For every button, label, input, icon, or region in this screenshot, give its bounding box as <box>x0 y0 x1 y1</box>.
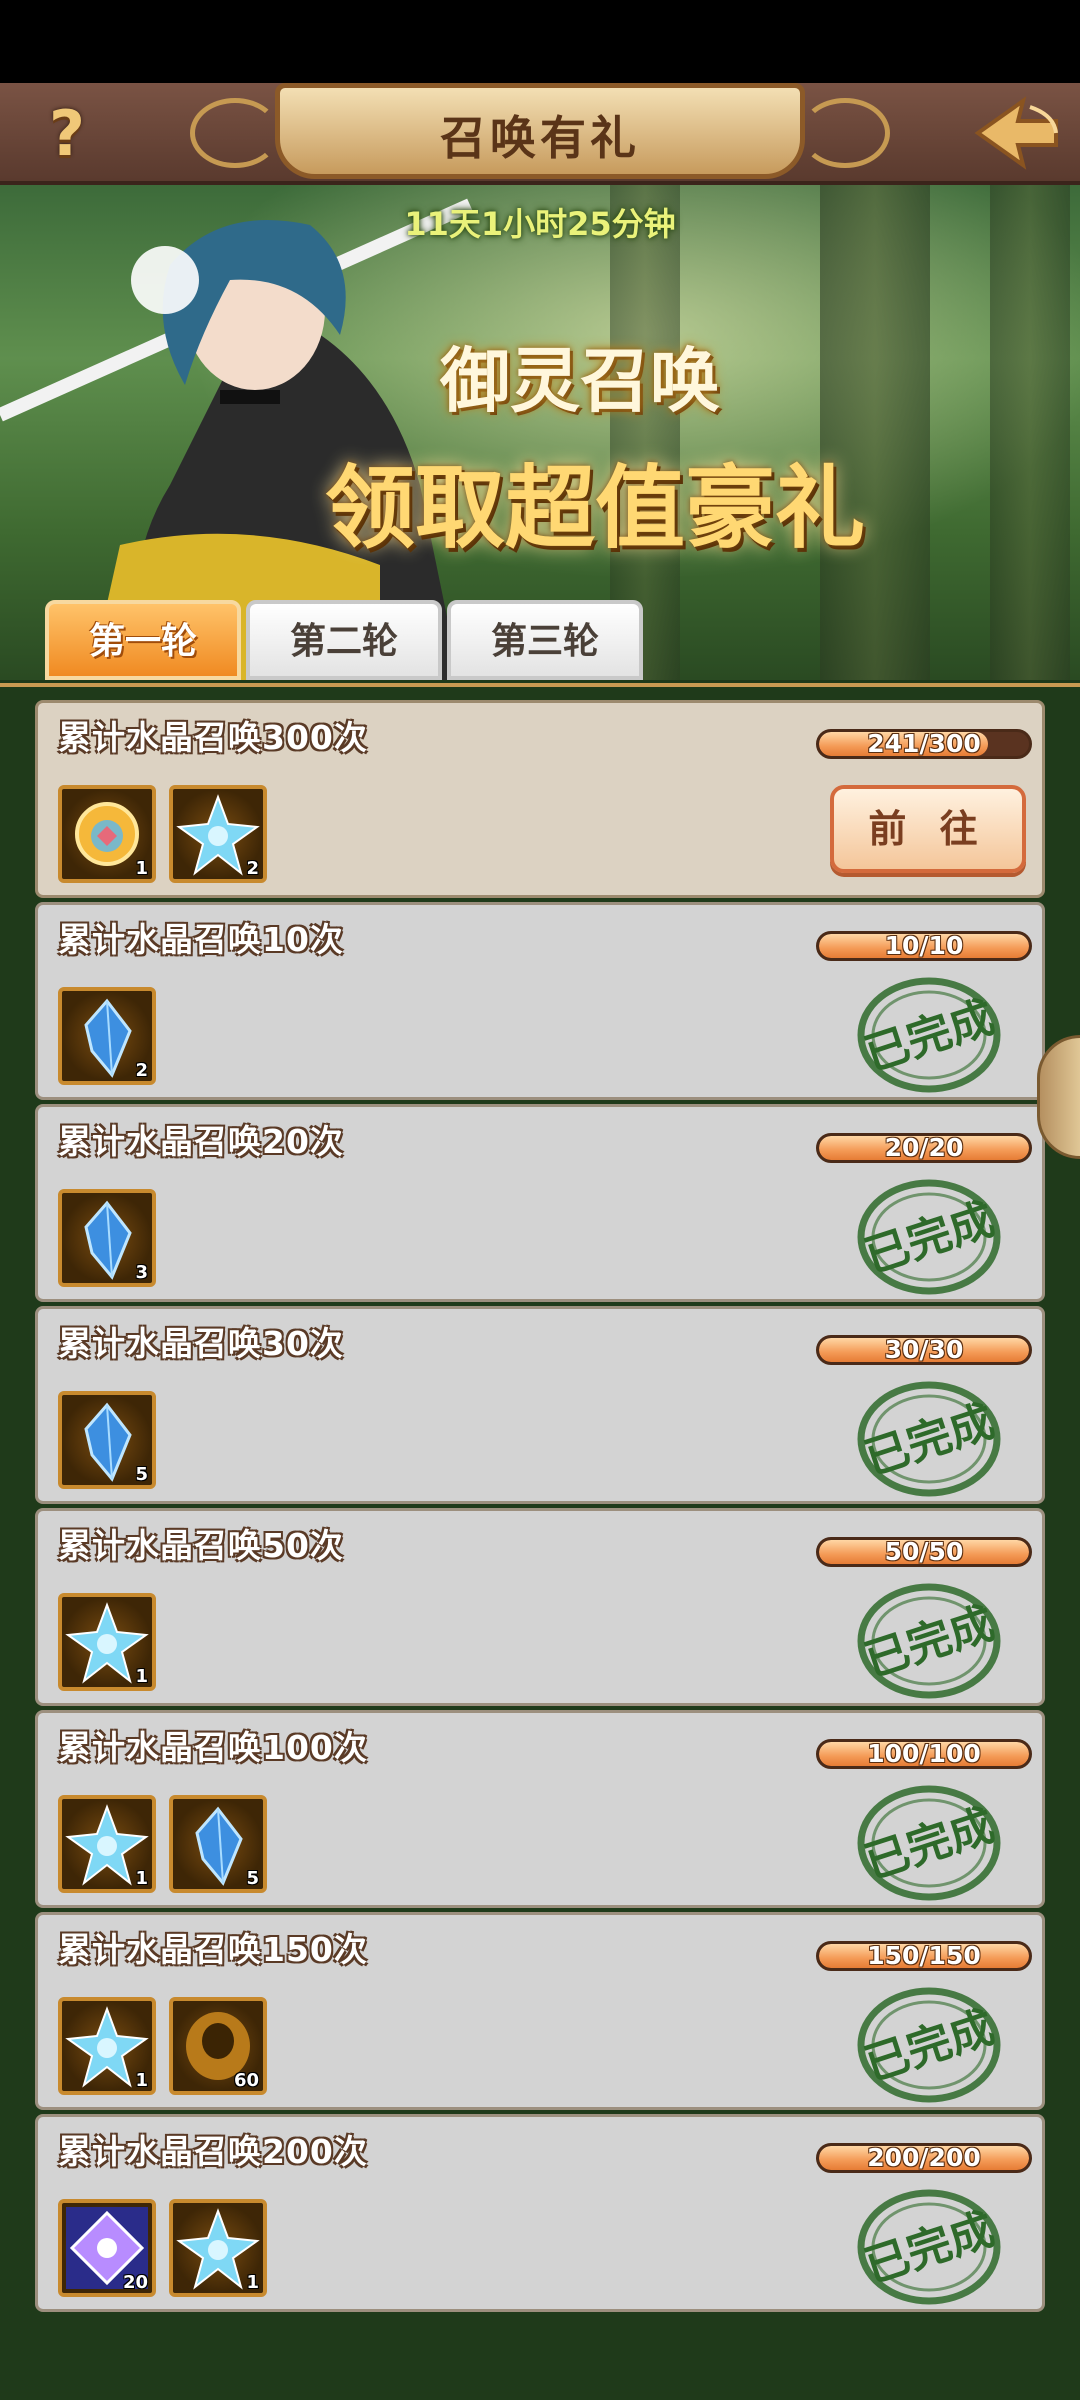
task-title: 累计水晶召唤150次 <box>58 1930 368 1969</box>
task-list: 累计水晶召唤300次 241/300 1 2 前 往累计水晶召唤10次 10/10 2 已完成… <box>35 700 1045 2316</box>
banner-headline: 领取超值豪礼 <box>325 455 865 561</box>
reward-count: 20 <box>122 2272 148 2293</box>
task-title: 累计水晶召唤100次 <box>58 1728 368 1767</box>
task-progress-bar: 30/30 <box>816 1335 1032 1365</box>
tab-round-3[interactable]: 第三轮 <box>447 600 643 680</box>
tab-divider <box>0 683 1080 687</box>
task-title: 累计水晶召唤300次 <box>58 718 368 757</box>
reward-count: 5 <box>135 1464 148 1485</box>
help-icon[interactable]: ? <box>38 103 96 165</box>
status-bar <box>0 0 1080 83</box>
task-progress-bar: 20/20 <box>816 1133 1032 1163</box>
round-tabs: 第一轮 第二轮 第三轮 <box>0 590 1080 685</box>
completed-stamp: 已完成 <box>854 2187 1004 2307</box>
reward-count: 1 <box>135 1666 148 1687</box>
reward-item[interactable]: 5 <box>58 1391 156 1489</box>
task-title: 累计水晶召唤30次 <box>58 1324 344 1363</box>
task-title: 累计水晶召唤10次 <box>58 920 344 959</box>
task-row: 累计水晶召唤100次 100/100 1 5 已完成 <box>35 1710 1045 1908</box>
reward-item[interactable]: 2 <box>58 987 156 1085</box>
reward-item[interactable]: 3 <box>58 1189 156 1287</box>
completed-stamp: 已完成 <box>854 1581 1004 1701</box>
go-button[interactable]: 前 往 <box>830 785 1026 873</box>
reward-item[interactable]: 1 <box>169 2199 267 2297</box>
task-progress-bar: 50/50 <box>816 1537 1032 1567</box>
reward-count: 1 <box>246 2272 259 2293</box>
progress-text: 150/150 <box>867 1941 981 1970</box>
progress-text: 200/200 <box>867 2143 981 2172</box>
completed-stamp: 已完成 <box>854 975 1004 1095</box>
page-title: 召唤有礼 <box>440 111 640 165</box>
back-arrow-icon[interactable] <box>968 93 1064 173</box>
task-progress-bar: 200/200 <box>816 2143 1032 2173</box>
progress-text: 50/50 <box>884 1537 964 1566</box>
tab-round-1[interactable]: 第一轮 <box>45 600 241 680</box>
task-row: 累计水晶召唤300次 241/300 1 2 前 往 <box>35 700 1045 898</box>
reward-item[interactable]: 20 <box>58 2199 156 2297</box>
reward-item[interactable]: 5 <box>169 1795 267 1893</box>
progress-text: 20/20 <box>884 1133 964 1162</box>
title-plaque: 召唤有礼 <box>190 83 890 179</box>
reward-item[interactable]: 1 <box>58 785 156 883</box>
progress-text: 10/10 <box>884 931 964 960</box>
reward-item[interactable]: 2 <box>169 785 267 883</box>
reward-count: 60 <box>233 2070 259 2091</box>
reward-item[interactable]: 1 <box>58 1795 156 1893</box>
reward-count: 1 <box>135 858 148 879</box>
task-title: 累计水晶召唤50次 <box>58 1526 344 1565</box>
task-row: 累计水晶召唤150次 150/150 1 60 已完成 <box>35 1912 1045 2110</box>
reward-count: 3 <box>135 1262 148 1283</box>
header-bar: ? 召唤有礼 <box>0 83 1080 185</box>
reward-count: 2 <box>135 1060 148 1081</box>
task-progress-bar: 241/300 <box>816 729 1032 759</box>
task-row: 累计水晶召唤20次 20/20 3 已完成 <box>35 1104 1045 1302</box>
task-row: 累计水晶召唤200次 200/200 20 1 已完成 <box>35 2114 1045 2312</box>
task-progress-bar: 100/100 <box>816 1739 1032 1769</box>
progress-text: 30/30 <box>884 1335 964 1364</box>
progress-text: 241/300 <box>867 729 981 758</box>
completed-stamp: 已完成 <box>854 1783 1004 1903</box>
reward-item[interactable]: 60 <box>169 1997 267 2095</box>
completed-stamp: 已完成 <box>854 1985 1004 2105</box>
task-progress-bar: 150/150 <box>816 1941 1032 1971</box>
event-countdown: 11天1小时25分钟 <box>404 205 676 243</box>
reward-count: 2 <box>246 858 259 879</box>
reward-item[interactable]: 1 <box>58 1593 156 1691</box>
banner-subtitle: 御灵召唤 <box>440 339 720 422</box>
completed-stamp: 已完成 <box>854 1379 1004 1499</box>
completed-stamp: 已完成 <box>854 1177 1004 1297</box>
reward-item[interactable]: 1 <box>58 1997 156 2095</box>
reward-count: 1 <box>135 2070 148 2091</box>
progress-text: 100/100 <box>867 1739 981 1768</box>
task-progress-bar: 10/10 <box>816 931 1032 961</box>
tab-round-2[interactable]: 第二轮 <box>246 600 442 680</box>
reward-count: 1 <box>135 1868 148 1889</box>
task-row: 累计水晶召唤30次 30/30 5 已完成 <box>35 1306 1045 1504</box>
task-row: 累计水晶召唤10次 10/10 2 已完成 <box>35 902 1045 1100</box>
task-title: 累计水晶召唤200次 <box>58 2132 368 2171</box>
task-title: 累计水晶召唤20次 <box>58 1122 344 1161</box>
task-row: 累计水晶召唤50次 50/50 1 已完成 <box>35 1508 1045 1706</box>
reward-count: 5 <box>246 1868 259 1889</box>
